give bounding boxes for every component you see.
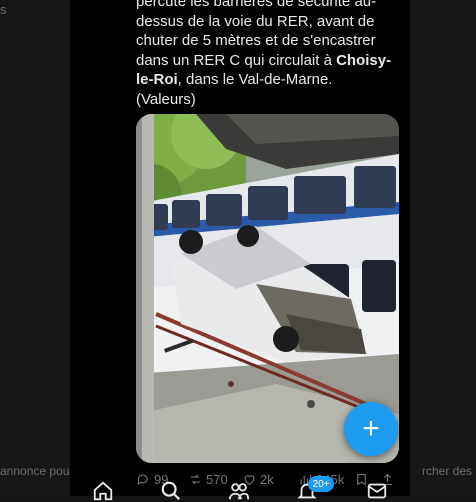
- home-icon[interactable]: [92, 480, 114, 502]
- tweet-text: percute les barrières de sécurité au- de…: [136, 0, 394, 109]
- people-icon[interactable]: [228, 480, 250, 502]
- left-sidebar-text: s: [0, 2, 7, 17]
- tweet-line-4: dans un RER C qui circulait à: [136, 51, 337, 69]
- hashtag-choisy[interactable]: Choisy-: [336, 52, 391, 69]
- tweet-line-6: (Valeurs): [136, 90, 196, 108]
- tweet-line-2: dessus de la voie du RER, avant de: [136, 12, 375, 30]
- right-footer-text: rcher des: [421, 464, 472, 478]
- tweet-line-3: chuter de 5 mètres et de s'encastrer: [136, 32, 376, 49]
- tweet-line-1: percute les barrières de sécurité au-: [136, 0, 377, 10]
- mail-icon[interactable]: [366, 480, 388, 502]
- plus-icon: +: [362, 412, 380, 445]
- left-footer-text: annonce pou: [0, 464, 70, 478]
- search-icon[interactable]: [160, 480, 182, 502]
- right-sidebar: [410, 0, 476, 496]
- left-sidebar: s: [0, 0, 70, 496]
- hashtag-le-roi[interactable]: le-Roi: [136, 71, 178, 88]
- tweet-line-5: , dans le Val-de-Marne.: [177, 71, 333, 88]
- compose-button[interactable]: +: [344, 402, 398, 456]
- notification-badge: 20+: [308, 476, 334, 492]
- bottom-navigation: [70, 478, 410, 501]
